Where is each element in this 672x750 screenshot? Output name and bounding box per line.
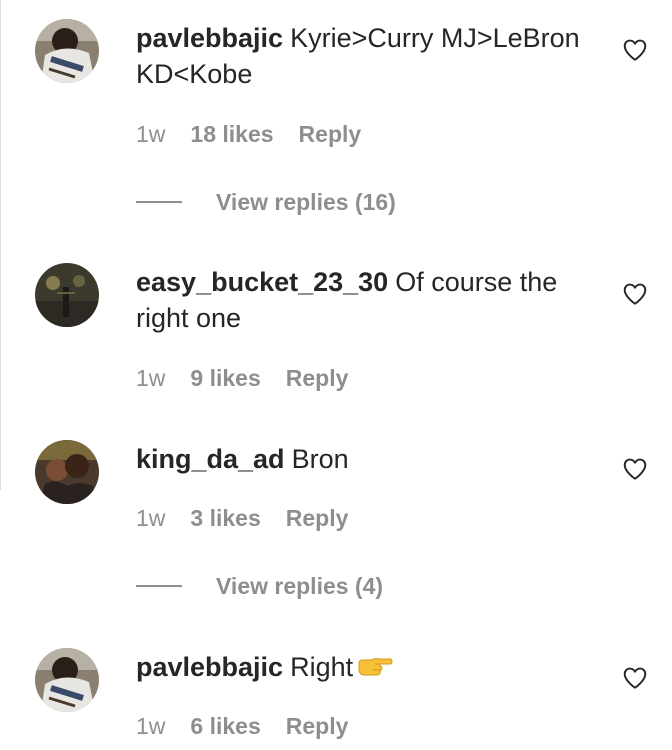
- comment-username[interactable]: pavlebbajic: [136, 652, 283, 682]
- comment-likes[interactable]: 3 likes: [190, 505, 260, 531]
- comment-likes[interactable]: 6 likes: [190, 713, 260, 739]
- comment-meta: 1w 18 likes Reply: [136, 120, 386, 148]
- reply-button[interactable]: Reply: [286, 365, 349, 391]
- comment-time[interactable]: 1w: [136, 505, 165, 531]
- panel-left-border: [0, 0, 1, 490]
- heart-outline-icon[interactable]: [622, 281, 648, 307]
- comment-meta: 1w 6 likes Reply: [136, 712, 373, 740]
- comment-username[interactable]: easy_bucket_23_30: [136, 267, 388, 297]
- comment-body: Bron: [291, 444, 349, 474]
- comment-text-block: king_da_ad Bron: [136, 441, 596, 477]
- comment-likes[interactable]: 9 likes: [190, 365, 260, 391]
- heart-outline-icon[interactable]: [622, 456, 648, 482]
- comment-time[interactable]: 1w: [136, 121, 165, 147]
- comment-likes[interactable]: 18 likes: [190, 121, 273, 147]
- heart-outline-icon[interactable]: [622, 665, 648, 691]
- view-replies-label: View replies (4): [216, 572, 384, 599]
- avatar[interactable]: [35, 440, 99, 504]
- comment-text-block: easy_bucket_23_30 Of course the right one: [136, 264, 596, 336]
- comment-meta: 1w 3 likes Reply: [136, 504, 373, 532]
- heart-outline-icon[interactable]: [622, 37, 648, 63]
- comment-username[interactable]: king_da_ad: [136, 444, 285, 474]
- replies-divider-line: [136, 585, 182, 587]
- avatar[interactable]: [35, 19, 99, 83]
- comment-meta: 1w 9 likes Reply: [136, 364, 373, 392]
- comment-body: Right: [290, 652, 354, 682]
- avatar[interactable]: [35, 648, 99, 712]
- view-replies-button[interactable]: View replies (16): [136, 188, 396, 216]
- comment-time[interactable]: 1w: [136, 365, 165, 391]
- comment-text-block: pavlebbajic Kyrie>Curry MJ>LeBron KD<Kobe: [136, 20, 596, 92]
- comment-username[interactable]: pavlebbajic: [136, 23, 283, 53]
- pointing-right-emoji-icon: [357, 651, 393, 687]
- reply-button[interactable]: Reply: [286, 713, 349, 739]
- comment-text-block: pavlebbajic Right: [136, 649, 596, 687]
- comment-time[interactable]: 1w: [136, 713, 165, 739]
- replies-divider-line: [136, 201, 182, 203]
- view-replies-label: View replies (16): [216, 188, 396, 215]
- view-replies-button[interactable]: View replies (4): [136, 572, 383, 600]
- avatar[interactable]: [35, 263, 99, 327]
- reply-button[interactable]: Reply: [286, 505, 349, 531]
- reply-button[interactable]: Reply: [299, 121, 362, 147]
